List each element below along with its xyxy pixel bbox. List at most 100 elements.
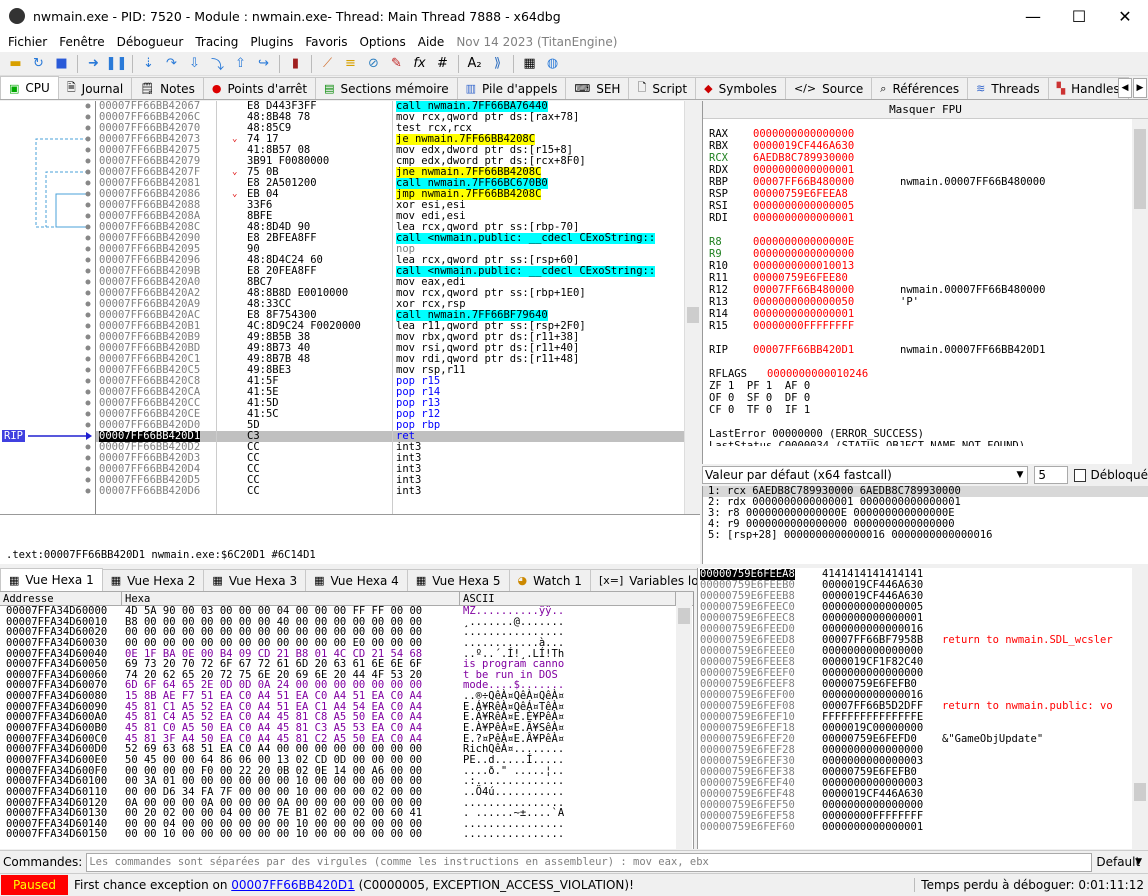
stack-scrollbar[interactable] — [1132, 568, 1148, 849]
tab-call-stack[interactable]: ▥ Pile d'appels — [456, 77, 567, 99]
tabs-scroll-left[interactable]: ◀ — [1118, 78, 1132, 98]
register-value[interactable]: 00000759E6FEEA8 — [753, 188, 848, 200]
scylla-icon[interactable]: ▮ — [286, 54, 306, 74]
tab-notes[interactable]: 🗒 Notes — [131, 77, 204, 99]
register-value[interactable]: 00007FF66B480000 — [753, 284, 854, 296]
toolbar: ▬ ↻ ■ ➜ ❚❚ ⇣ ↷ ⇩ ⤵ ⇧ ↪ ▮ ⟋ ≡ ⊘ ✎ fx # A₂… — [0, 52, 1148, 76]
tab-watch-1[interactable]: ◕ Watch 1 — [508, 569, 591, 591]
tab-references[interactable]: ⌕ Références — [871, 77, 969, 99]
tab-dump-1[interactable]: ▦ Vue Hexa 1 — [0, 568, 103, 591]
tab-dump-5[interactable]: ▦ Vue Hexa 5 — [406, 569, 510, 591]
disassembly-view[interactable]: RIP 00007FF66BB42067 E8 D443F3FF call nwma… — [0, 101, 700, 514]
register-value[interactable]: 000000000000000E — [753, 236, 854, 248]
hash-icon[interactable]: # — [433, 54, 453, 74]
menu-fenetre[interactable]: Fenêtre — [53, 35, 110, 49]
bookmarks-icon[interactable]: ✎ — [387, 54, 407, 74]
stack-view[interactable]: 00000759E6FEEA8 4141414141414141 00000759E… — [697, 568, 1148, 849]
globe-icon[interactable]: ◍ — [543, 54, 563, 74]
tab-journal[interactable]: 🗎 Journal — [57, 77, 133, 99]
run-icon[interactable]: ➜ — [84, 54, 104, 74]
rflags-value[interactable]: 0000000000010246 — [767, 368, 868, 380]
menu-fichier[interactable]: Fichier — [2, 35, 53, 49]
execute-till-return-icon[interactable]: ⇧ — [231, 54, 251, 74]
stop-icon[interactable]: ■ — [52, 54, 72, 74]
tab-breakpoints[interactable]: ● Points d'arrêt — [202, 77, 317, 99]
strings-icon[interactable]: A₂ — [465, 54, 485, 74]
calls-icon[interactable]: ⟫ — [488, 54, 508, 74]
calculator-icon[interactable]: ▦ — [520, 54, 540, 74]
register-value[interactable]: 0000000000000001 — [753, 212, 854, 224]
tab-symbols[interactable]: ◆ Symboles — [695, 77, 786, 99]
tab-threads[interactable]: ≋ Threads — [967, 77, 1049, 99]
register-value[interactable]: 00000759E6FEE80 — [753, 272, 848, 284]
register-value[interactable]: 0000000000000005 — [753, 200, 854, 212]
arg-count-spinner[interactable]: 5 — [1034, 466, 1068, 484]
dump-row[interactable]: 00007FFA34D60110 00 00 D6 34 FA 7F 00 00 … — [0, 787, 693, 798]
arguments-panel[interactable]: 1: rcx 6AEDB8C789930000 6AEDB8C789930000… — [702, 486, 1148, 564]
register-value[interactable]: 0000000000000000 — [753, 128, 854, 140]
tab-dump-2[interactable]: ▦ Vue Hexa 2 — [101, 569, 205, 591]
disassembly-lines[interactable]: 00007FF66BB42067 E8 D443F3FF call nwmain.7… — [96, 101, 684, 514]
dump-hex: 00 00 D6 34 FA 7F 00 00 00 10 00 00 00 0… — [125, 785, 423, 798]
tab-script[interactable]: 🗋 Script — [628, 77, 697, 99]
maximize-button[interactable]: ☐ — [1056, 0, 1102, 32]
tabs-scroll-right[interactable]: ▶ — [1133, 78, 1147, 98]
register-value[interactable]: 0000000000000001 — [753, 308, 854, 320]
menu-plugins[interactable]: Plugins — [244, 35, 299, 49]
register-value[interactable]: 00000000FFFFFFFF — [753, 320, 854, 332]
menu-aide[interactable]: Aide — [412, 35, 451, 49]
step-over-icon[interactable]: ↷ — [162, 54, 182, 74]
exception-address-link[interactable]: 00007FF66BB420D1 — [231, 878, 355, 892]
register-value[interactable]: 0000000000000000 — [753, 248, 854, 260]
tab-dump-4[interactable]: ▦ Vue Hexa 4 — [305, 569, 408, 591]
run-to-user-code-icon[interactable]: ↪ — [254, 54, 274, 74]
tab-dump-3[interactable]: ▦ Vue Hexa 3 — [203, 569, 307, 591]
unlocked-checkbox[interactable] — [1073, 468, 1087, 482]
functions-icon[interactable]: fx — [410, 54, 430, 74]
tab-handles[interactable]: ▚ Handles — [1047, 77, 1129, 99]
hex-dump-view[interactable]: Addresse Hexa ASCII 00007FFA34D60000 4D 5… — [0, 592, 694, 849]
disassembly-scrollbar[interactable] — [684, 101, 700, 514]
tab-source[interactable]: </> Source — [784, 77, 873, 99]
command-input[interactable]: Les commandes sont séparées par des virg… — [86, 852, 1093, 872]
labels-icon[interactable]: ⊘ — [364, 54, 384, 74]
tab-cpu[interactable]: ▣ CPU — [0, 76, 59, 99]
register-value[interactable]: 0000000000010013 — [753, 260, 854, 272]
calling-convention-select[interactable]: Valeur par défaut (x64 fastcall) ▼ — [702, 466, 1029, 484]
menu-tracing[interactable]: Tracing — [189, 35, 244, 49]
dump-row[interactable]: 00007FFA34D60030 00 00 00 00 00 00 00 00 … — [0, 638, 693, 649]
disasm-row[interactable]: 00007FF66BB420D6 CC int3 — [96, 486, 684, 497]
menu-options[interactable]: Options — [353, 35, 411, 49]
step-into-icon[interactable]: ⇣ — [139, 54, 159, 74]
registers-panel[interactable]: Masquer FPU RAX 0000000000000000 RBX 000001… — [702, 101, 1148, 464]
restart-icon[interactable]: ↻ — [29, 54, 49, 74]
chevron-down-icon[interactable]: ▼ — [1135, 857, 1142, 867]
pause-icon[interactable]: ❚❚ — [106, 54, 128, 74]
hide-fpu-button[interactable]: Masquer FPU — [703, 101, 1148, 119]
menu-debogueur[interactable]: Débogueur — [111, 35, 190, 49]
trace-over-icon[interactable]: ⤵ — [208, 54, 228, 74]
register-value[interactable]: 00007FF66B480000 — [753, 176, 854, 188]
open-icon[interactable]: ▬ — [6, 54, 26, 74]
breakpoint-icon: ● — [211, 82, 222, 95]
dump-scrollbar[interactable] — [676, 592, 692, 849]
register-value[interactable]: 6AEDB8C789930000 — [753, 152, 854, 164]
minimize-button[interactable]: — — [1010, 0, 1056, 32]
registers-scrollbar[interactable] — [1132, 119, 1148, 464]
command-mode-select[interactable]: Default — [1096, 855, 1140, 869]
register-value[interactable]: 0000019CF446A630 — [753, 140, 854, 152]
register-value[interactable]: 0000000000000001 — [753, 164, 854, 176]
close-button[interactable]: ✕ — [1102, 0, 1148, 32]
menu-favoris[interactable]: Favoris — [299, 35, 353, 49]
comments-icon[interactable]: ≡ — [341, 54, 361, 74]
tab-seh[interactable]: ⌨ SEH — [565, 77, 630, 99]
register-value[interactable]: 00007FF66BB420D1 — [753, 344, 854, 356]
dump-row[interactable]: 00007FFA34D600E0 50 45 00 00 64 86 06 00 … — [0, 755, 693, 766]
stack-row[interactable]: 00000759E6FEF60 0000000000000001 — [698, 822, 1148, 833]
trace-into-icon[interactable]: ⇩ — [185, 54, 205, 74]
patch-icon[interactable]: ⟋ — [318, 54, 338, 74]
tab-locals[interactable]: [x=] Variables lo — [589, 569, 708, 591]
register-value[interactable]: 0000000000000050 — [753, 296, 854, 308]
dump-row[interactable]: 00007FFA34D60150 00 00 10 00 00 00 00 00 … — [0, 829, 693, 840]
tab-memory-map[interactable]: ▤ Sections mémoire — [315, 77, 458, 99]
